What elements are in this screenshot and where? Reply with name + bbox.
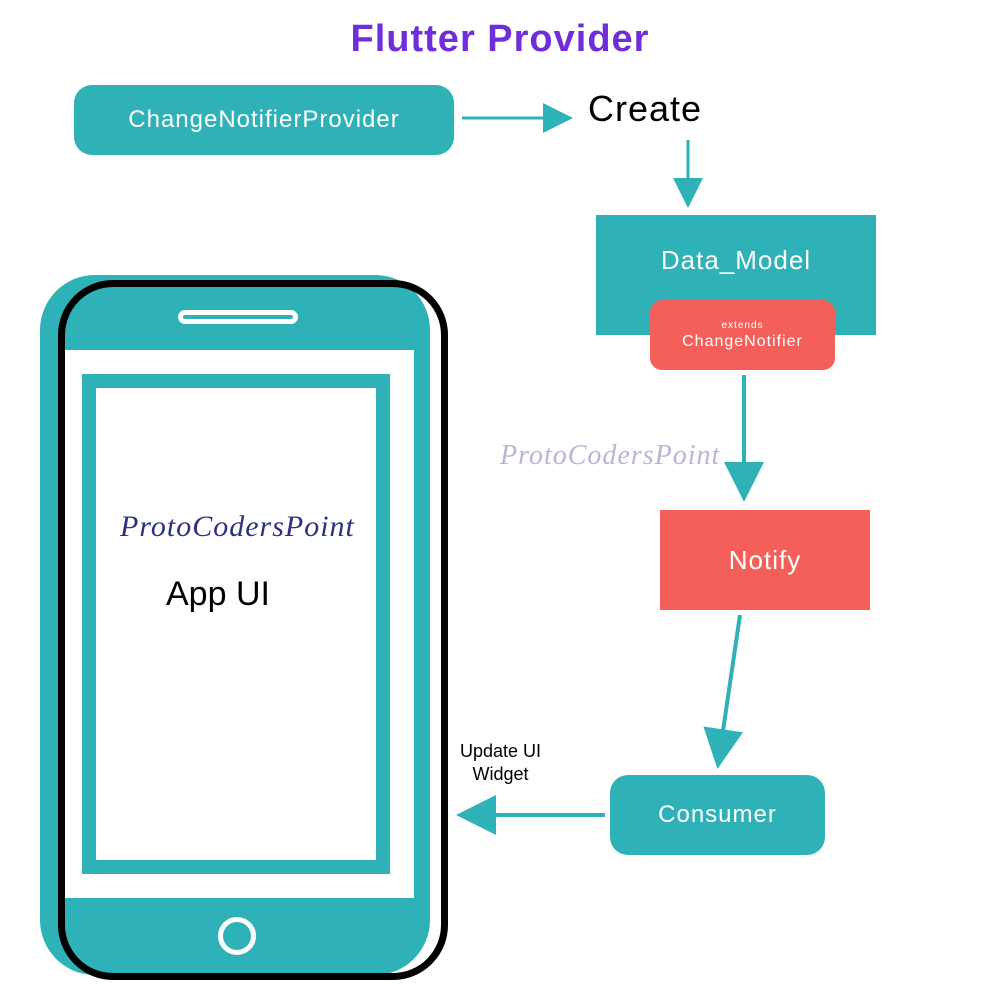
phone-home-button-icon [218, 917, 256, 955]
watermark-center: ProtoCodersPoint [500, 440, 720, 472]
update-ui-line2: Widget [473, 764, 529, 784]
datamodel-label: Data_Model [661, 245, 811, 276]
arrow-notify-to-consumer [718, 615, 740, 765]
notify-box: Notify [660, 510, 870, 610]
watermark-phone: ProtoCodersPoint [120, 510, 355, 544]
extends-box: extends ChangeNotifier [650, 300, 835, 370]
consumer-label: Consumer [658, 801, 777, 829]
phone-speaker-icon [178, 310, 298, 324]
create-label: Create [588, 88, 702, 130]
changenotifierprovider-box: ChangeNotifierProvider [74, 85, 454, 155]
phone-body-front [58, 280, 448, 980]
changenotifierprovider-label: ChangeNotifierProvider [128, 106, 399, 134]
update-ui-label: Update UI Widget [460, 740, 541, 787]
notify-label: Notify [729, 545, 801, 576]
extends-class: ChangeNotifier [682, 333, 803, 351]
extends-keyword: extends [721, 320, 763, 331]
consumer-box: Consumer [610, 775, 825, 855]
diagram-title: Flutter Provider [0, 18, 1000, 61]
app-ui-label: App UI [166, 575, 270, 614]
update-ui-line1: Update UI [460, 741, 541, 761]
